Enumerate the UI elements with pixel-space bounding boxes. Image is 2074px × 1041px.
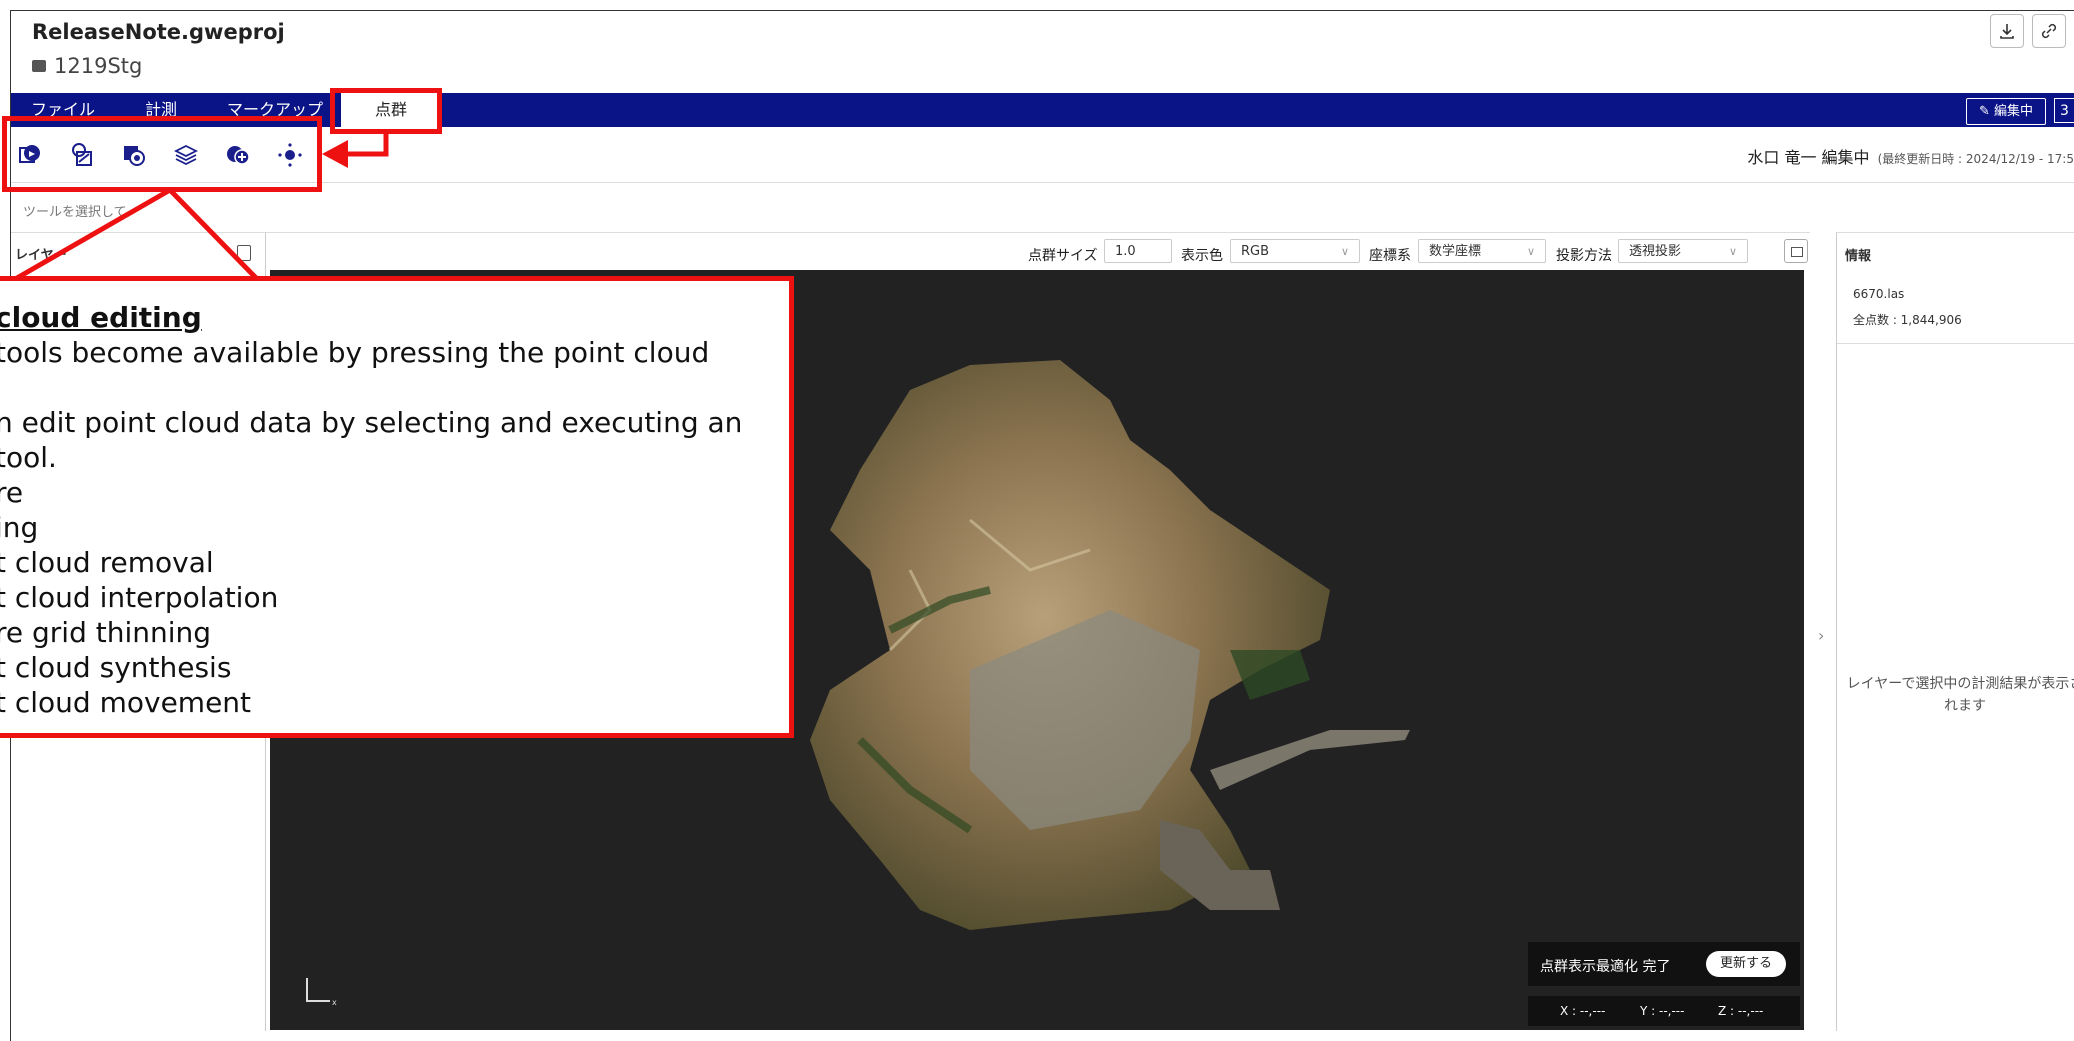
- tool-hint: ツールを選択して: [23, 205, 127, 220]
- info-panel-header: 情報: [1845, 249, 1872, 264]
- display-color-value: RGB: [1241, 244, 1270, 259]
- chevron-down-icon: ∨: [1728, 245, 1737, 258]
- projection-select[interactable]: 透視投影 ∨: [1618, 239, 1748, 263]
- update-button[interactable]: 更新する: [1706, 951, 1786, 977]
- callout-line: re grid thinning: [0, 616, 212, 649]
- display-color-select[interactable]: RGB ∨: [1230, 239, 1360, 263]
- editing-button[interactable]: ✎ 編集中: [1965, 98, 2046, 125]
- axis-indicator: [306, 978, 330, 1002]
- coord-z: Z : --,---: [1718, 1004, 1764, 1018]
- coord-x: X : --,---: [1560, 1004, 1606, 1018]
- callout-line: t cloud interpolation: [0, 581, 279, 614]
- projection-label: 投影方法: [1556, 248, 1612, 264]
- optimize-status: 点群表示最適化 完了 更新する: [1528, 942, 1800, 986]
- callout-line: t cloud movement: [0, 686, 252, 719]
- info-divider: [1837, 343, 2074, 344]
- last-updated: (最終更新日時 : 2024/12/19 - 17:5: [1877, 152, 2074, 166]
- collapse-panel-icon[interactable]: ›: [1818, 626, 1824, 645]
- axis-x-label: x: [332, 998, 337, 1007]
- download-button[interactable]: [1990, 14, 2024, 48]
- camera-icon: [32, 60, 46, 72]
- info-file-name: 6670.las: [1853, 287, 1905, 301]
- annotation-callout: cloud editing tools become available by …: [0, 276, 794, 738]
- link-icon: [2041, 23, 2057, 39]
- chevron-down-icon: ∨: [1340, 245, 1349, 258]
- viewer-controls: 点群サイズ 1.0 表示色 RGB ∨ 座標系 数学座標 ∨ 投影方法 透視投影 ∨: [266, 232, 1810, 271]
- info-empty-message: レイヤーで選択中の計測結果が表示されます: [1846, 676, 2074, 714]
- coordinate-readout: X : --,--- Y : --,--- Z : --,---: [1528, 996, 1800, 1026]
- coord-system-value: 数学座標: [1429, 244, 1482, 259]
- info-point-count: 全点数 : 1,844,906: [1853, 313, 1962, 327]
- editor-name: 水口 竜一 編集中: [1747, 148, 1870, 167]
- display-color-label: 表示色: [1181, 248, 1223, 264]
- download-icon: [2000, 24, 2014, 39]
- screenshot-button[interactable]: [1784, 239, 1808, 263]
- callout-line: tool.: [0, 441, 57, 474]
- coord-system-select[interactable]: 数学座標 ∨: [1418, 239, 1546, 263]
- project-title: ReleaseNote.gweproj: [32, 20, 285, 44]
- callout-line: tools become available by pressing the p…: [0, 336, 710, 369]
- chevron-down-icon: ∨: [1526, 245, 1535, 258]
- callout-line: ing: [0, 511, 39, 544]
- add-layer-icon[interactable]: [237, 245, 251, 261]
- point-size-label: 点群サイズ: [1028, 248, 1098, 264]
- callout-line: re: [0, 476, 24, 509]
- callout-line: t cloud removal: [0, 546, 214, 579]
- project-subtitle-text: 1219Stg: [54, 54, 143, 78]
- coord-y: Y : --,---: [1640, 1004, 1685, 1018]
- optimize-text: 点群表示最適化 完了: [1540, 959, 1671, 975]
- projection-value: 透視投影: [1629, 244, 1682, 259]
- project-subtitle: 1219Stg: [32, 54, 142, 78]
- callout-title: cloud editing: [0, 301, 202, 334]
- callout-line: n edit point cloud data by selecting and…: [0, 406, 743, 439]
- editor-status: 水口 竜一 編集中 (最終更新日時 : 2024/12/19 - 17:5: [1747, 144, 2074, 168]
- link-button[interactable]: [2032, 14, 2066, 48]
- point-size-input[interactable]: 1.0: [1104, 239, 1172, 263]
- annotation-highlight-toolbar: [2, 116, 322, 192]
- layer-panel-header: レイヤー: [15, 248, 67, 263]
- callout-line: t cloud synthesis: [0, 651, 232, 684]
- coord-system-label: 座標系: [1369, 248, 1411, 264]
- annotation-highlight-tab: [330, 88, 442, 134]
- menu-extra-button[interactable]: 3: [2054, 98, 2074, 123]
- info-panel: 情報 6670.las 全点数 : 1,844,906 レイヤーで選択中の計測結…: [1836, 232, 2074, 1031]
